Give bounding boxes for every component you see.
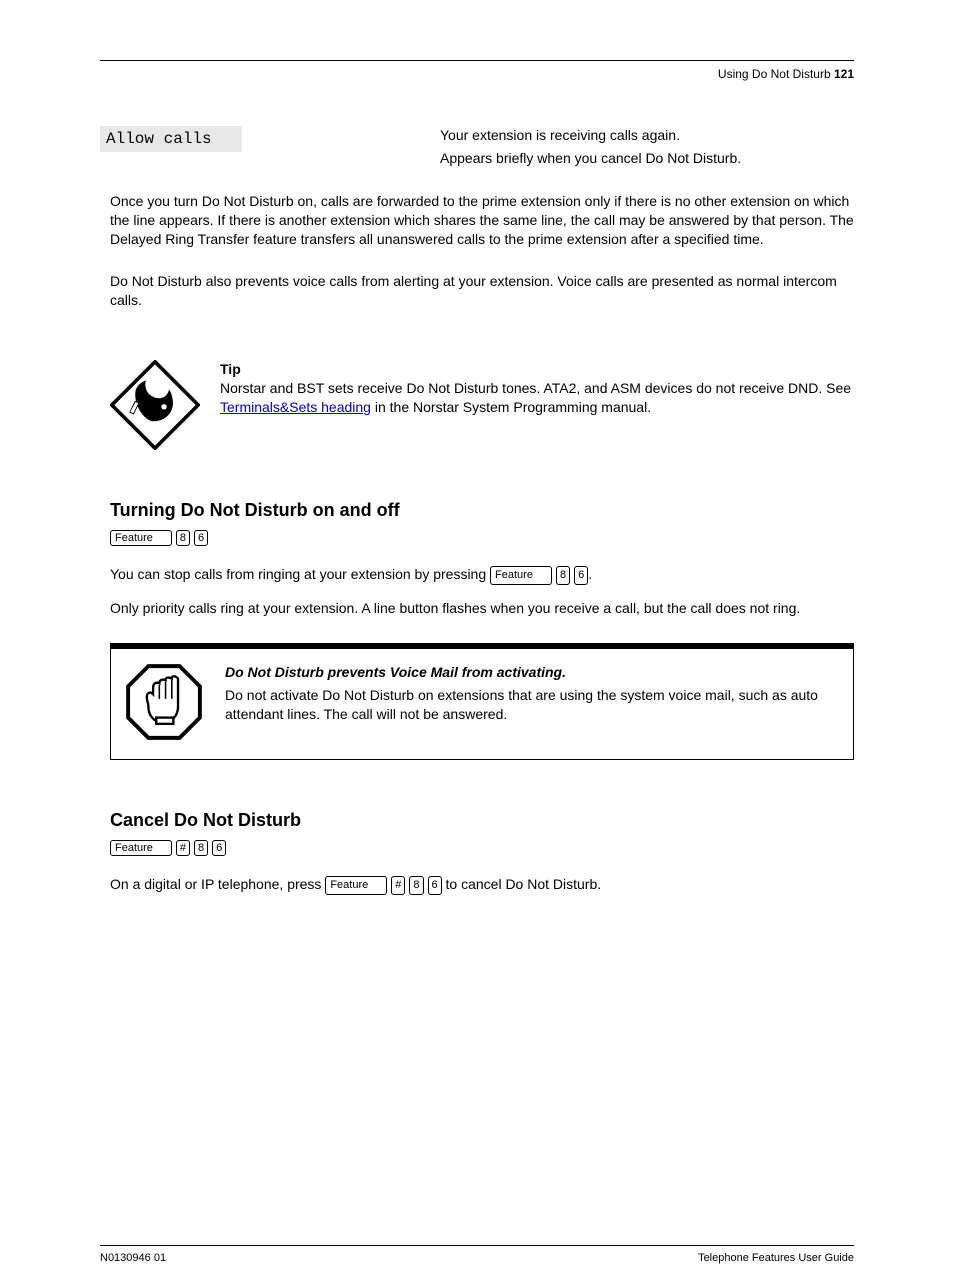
feature-key-cancel-inline: Feature: [325, 876, 387, 895]
digit-key-6-cancel: 6: [212, 840, 226, 856]
warning-body: Do not activate Do Not Disturb on extens…: [225, 686, 837, 724]
digit-key-6: 6: [194, 530, 208, 546]
tip-body: Norstar and BST sets receive Do Not Dist…: [220, 379, 854, 417]
warning-title: Do Not Disturb prevents Voice Mail from …: [225, 663, 837, 682]
tip-link[interactable]: Terminals&Sets heading: [220, 399, 371, 415]
feature-key-inline: Feature: [490, 566, 552, 585]
heading-turn-on-off-text: Turning Do Not Disturb on and off: [110, 500, 400, 520]
heading-cancel: Cancel Do Not Disturb: [110, 810, 854, 831]
paragraph-voice-calls: Do Not Disturb also prevents voice calls…: [110, 272, 854, 310]
digit-key-8-inline: 8: [556, 566, 570, 585]
digit-key-8: 8: [176, 530, 190, 546]
lcd-desc-1: Your extension is receiving calls again.: [440, 126, 741, 145]
key-sequence-cancel: Feature # 8 6: [110, 840, 226, 856]
tip-body-pre: Norstar and BST sets receive Do Not Dist…: [220, 380, 851, 396]
tip-body-post: in the Norstar System Programming manual…: [371, 399, 651, 415]
hash-key-inline: #: [391, 876, 405, 895]
hash-key: #: [176, 840, 190, 856]
key-sequence-cancel-inline: Feature # 8 6: [325, 876, 441, 895]
header-right: Using Do Not Disturb 121: [718, 67, 854, 81]
digit-key-6-inline: 6: [574, 566, 588, 585]
heading-turn-on-off: Turning Do Not Disturb on and off: [110, 500, 854, 521]
warning-box: Do Not Disturb prevents Voice Mail from …: [110, 643, 854, 760]
page-number: 121: [834, 67, 854, 81]
paragraph-stop-ringing: You can stop calls from ringing at your …: [110, 565, 854, 585]
cancel-body-pre: On a digital or IP telephone, press: [110, 876, 325, 892]
key-sequence-inline: Feature 8 6: [490, 566, 588, 585]
digit-key-8-cancel-inline: 8: [409, 876, 423, 895]
lcd-display: Allow calls: [100, 126, 242, 152]
cancel-body-post: to cancel Do Not Disturb.: [442, 876, 602, 892]
tip-title: Tip: [220, 360, 854, 379]
digit-key-6-cancel-inline: 6: [428, 876, 442, 895]
paragraph-priority-calls: Only priority calls ring at your extensi…: [110, 599, 854, 618]
drt-body-post: .: [588, 566, 592, 582]
stop-icon: [125, 663, 203, 741]
digit-key-8-cancel: 8: [194, 840, 208, 856]
feature-key-cancel: Feature: [110, 840, 172, 856]
footer-left: N0130946 01: [100, 1252, 166, 1264]
tip-icon: [110, 360, 200, 450]
paragraph-prime-ext: Once you turn Do Not Disturb on, calls a…: [110, 192, 854, 249]
footer-right: Telephone Features User Guide: [698, 1252, 854, 1264]
feature-key: Feature: [110, 530, 172, 546]
paragraph-cancel: On a digital or IP telephone, press Feat…: [110, 875, 854, 895]
header-section-title: Using Do Not Disturb: [718, 67, 834, 81]
key-sequence-dnd-on: Feature 8 6: [110, 530, 208, 546]
lcd-desc-2: Appears briefly when you cancel Do Not D…: [440, 149, 741, 168]
drt-body-pre: You can stop calls from ringing at your …: [110, 566, 490, 582]
